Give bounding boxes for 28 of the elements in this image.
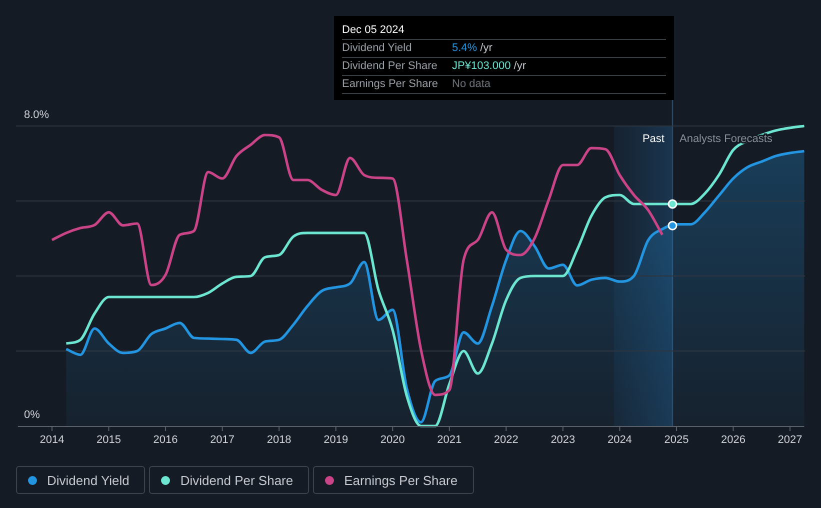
x-tick-label: 2015 (96, 434, 121, 446)
legend-item[interactable]: Dividend Per Share (149, 466, 310, 494)
x-tick-label: 2024 (607, 434, 632, 446)
x-tick-label: 2016 (153, 434, 178, 446)
x-tick-label: 2027 (778, 434, 802, 446)
x-tick-label: 2017 (210, 434, 235, 446)
tooltip-label: Dividend Yield (342, 42, 413, 55)
x-tick-label: 2026 (721, 434, 746, 446)
tooltip-value: No data (452, 78, 491, 91)
legend-item[interactable]: Dividend Yield (16, 466, 146, 494)
tooltip-value: 5.4% /yr (452, 42, 492, 55)
past-label: Past (642, 133, 664, 145)
x-tick-label: 2019 (324, 434, 348, 446)
x-tick-label: 2022 (494, 434, 518, 446)
tooltip-label: Dividend Per Share (342, 60, 438, 73)
x-tick-label: 2025 (664, 434, 689, 446)
x-tick-label: 2018 (266, 434, 292, 446)
x-tick-label: 2014 (40, 434, 64, 446)
x-tick-label: 2023 (550, 434, 576, 446)
x-tick-label: 2021 (437, 434, 462, 446)
x-tick-label: 2020 (380, 434, 405, 446)
tooltip-value: JP¥103.000 /yr (452, 60, 526, 73)
tooltip-date: Dec 05 2024 (342, 22, 666, 40)
y-tick-label: 0% (24, 409, 40, 421)
tooltip-label: Earnings Per Share (342, 78, 439, 91)
hover-points (668, 199, 678, 230)
legend-item[interactable]: Earnings Per Share (313, 466, 474, 494)
y-tick-label: 8.0% (24, 109, 50, 121)
